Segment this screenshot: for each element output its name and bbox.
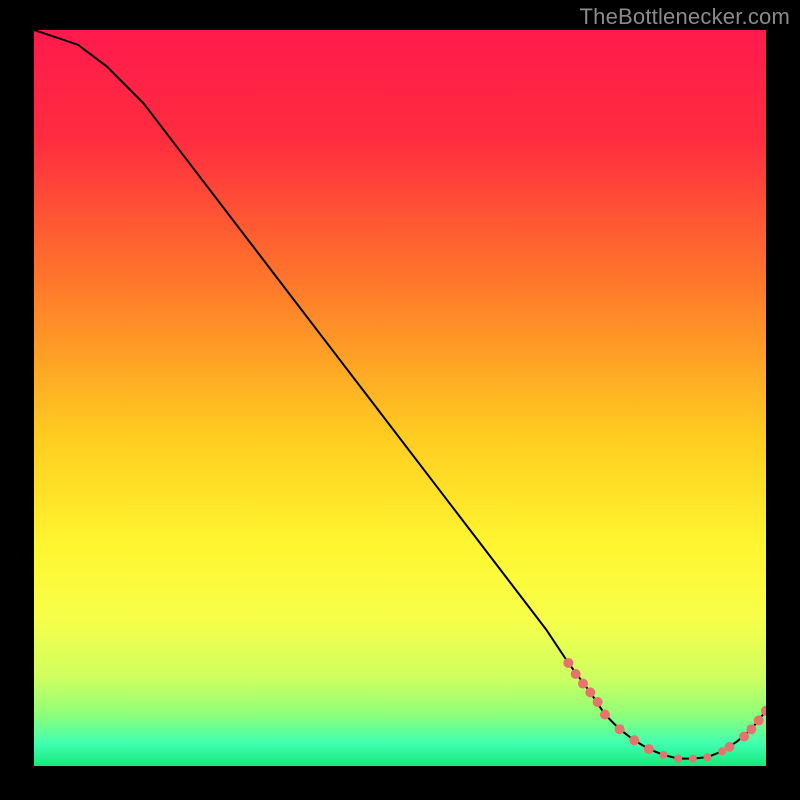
data-point <box>754 715 764 725</box>
data-point <box>600 709 610 719</box>
data-point <box>563 658 573 668</box>
data-point <box>689 755 697 763</box>
data-point <box>703 753 711 761</box>
data-point <box>660 751 668 759</box>
chart-frame: TheBottlenecker.com <box>0 0 800 800</box>
data-point <box>724 742 734 752</box>
data-point <box>644 744 654 754</box>
data-point <box>585 687 595 697</box>
bottleneck-curve-chart <box>34 30 766 766</box>
data-point <box>674 755 682 763</box>
data-point <box>615 724 625 734</box>
watermark-label: TheBottlenecker.com <box>580 4 790 30</box>
plot-area <box>34 30 766 766</box>
heat-gradient-background <box>34 30 766 766</box>
data-point <box>629 735 639 745</box>
data-point <box>739 732 749 742</box>
data-point <box>593 697 603 707</box>
data-point <box>578 679 588 689</box>
data-point <box>571 669 581 679</box>
data-point <box>746 724 756 734</box>
